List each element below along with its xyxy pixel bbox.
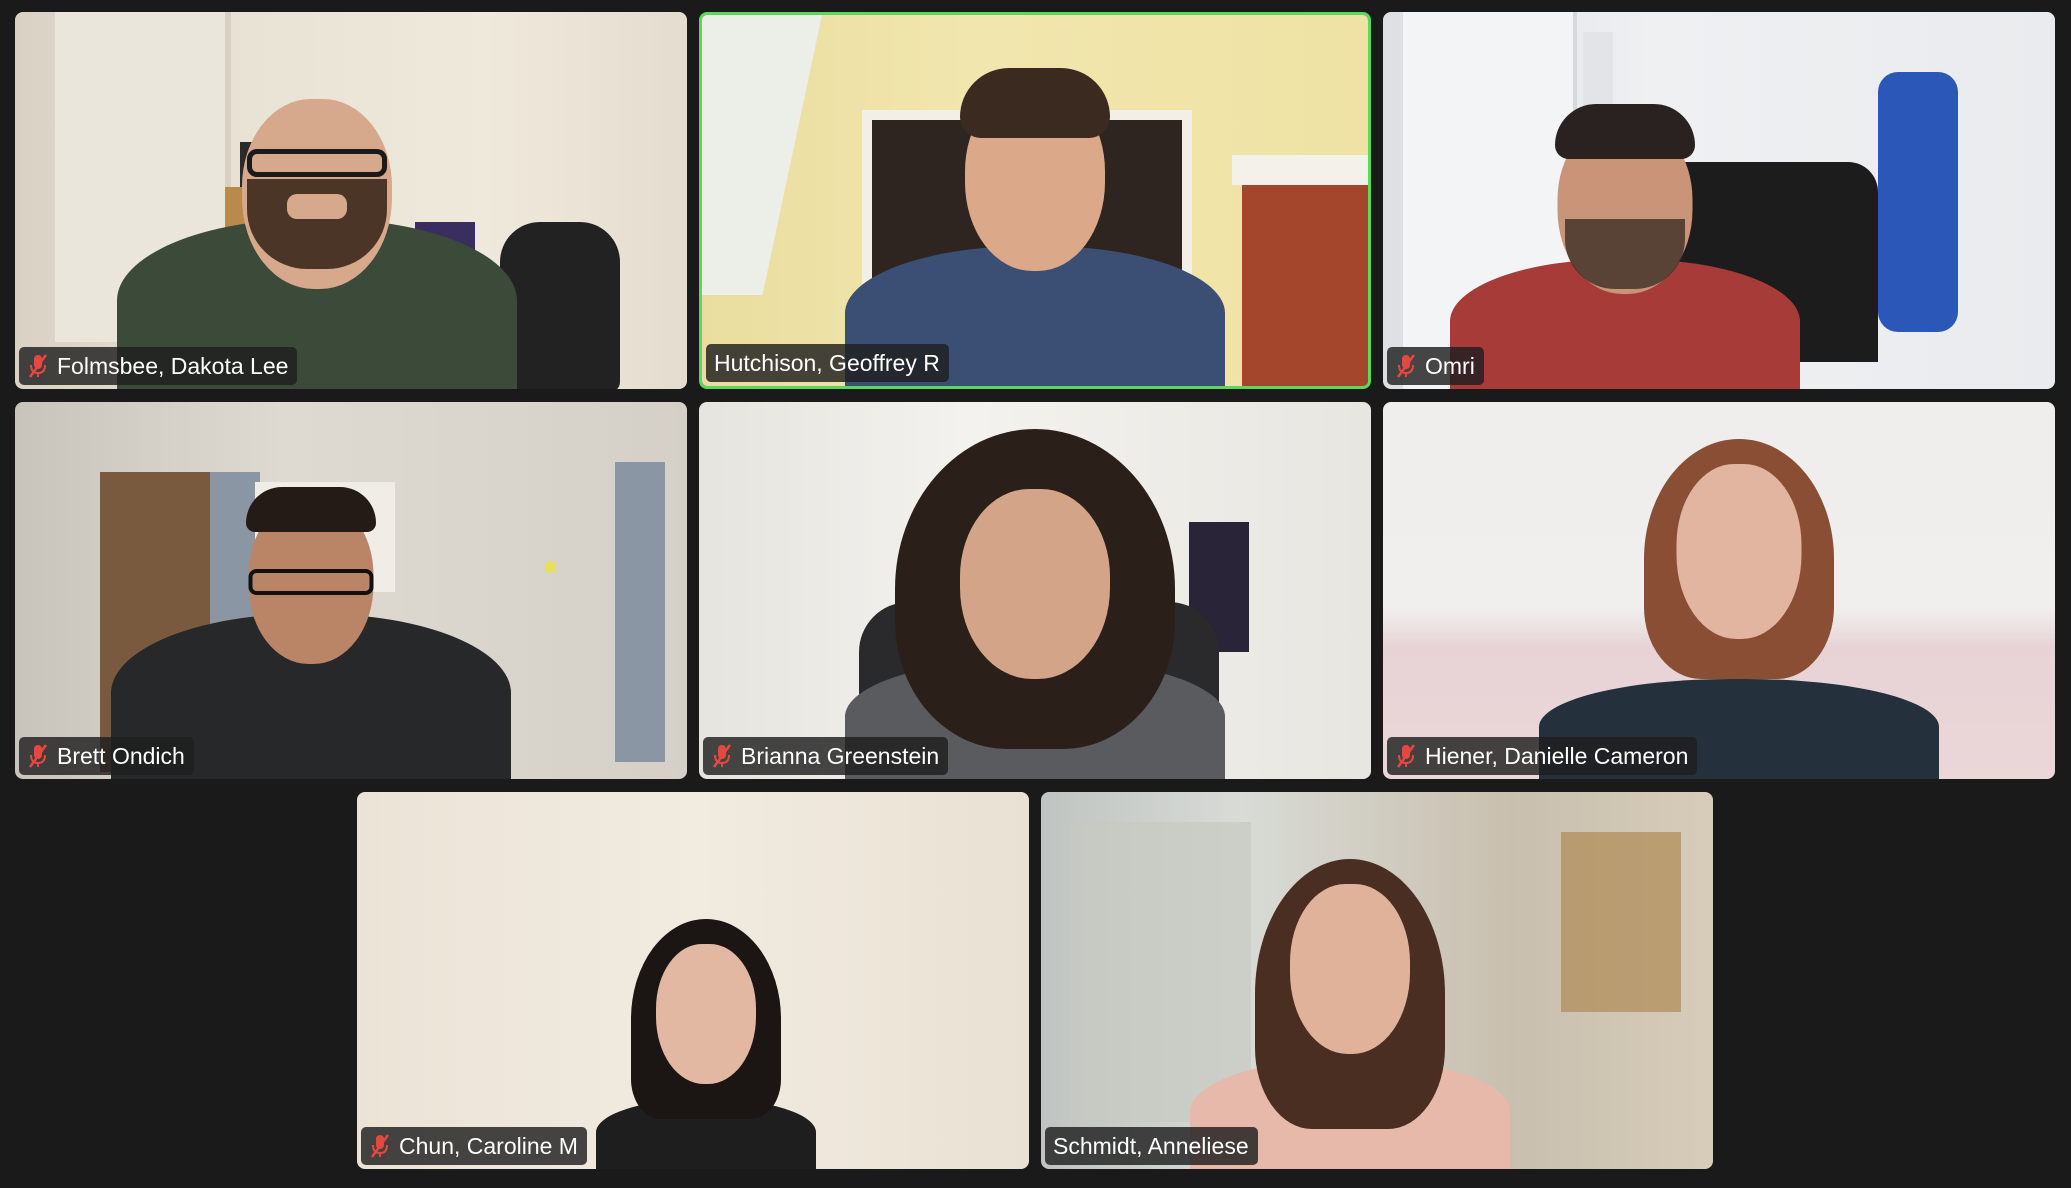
video-feed <box>1383 12 2055 389</box>
participant-name: Brett Ondich <box>57 743 185 769</box>
participant-tile-hiener[interactable]: Hiener, Danielle Cameron <box>1383 402 2055 779</box>
participant-tile-hutchison[interactable]: Hutchison, Geoffrey R <box>699 12 1371 389</box>
video-feed <box>15 12 687 389</box>
muted-microphone-icon <box>369 1133 391 1159</box>
participant-name-tag: Chun, Caroline M <box>361 1127 587 1165</box>
participant-name-tag: Brianna Greenstein <box>703 737 949 775</box>
participant-tile-omri[interactable]: Omri <box>1383 12 2055 389</box>
video-gallery: Folmsbee, Dakota Lee Hutchison, Geoffrey… <box>0 0 2071 1188</box>
video-feed <box>699 402 1371 779</box>
participant-name: Schmidt, Anneliese <box>1053 1133 1249 1159</box>
muted-microphone-icon <box>1395 353 1417 379</box>
participant-tile-brett[interactable]: Brett Ondich <box>15 402 687 779</box>
participant-name-tag: Folmsbee, Dakota Lee <box>19 347 298 385</box>
participant-tile-schmidt[interactable]: Schmidt, Anneliese <box>1041 792 1713 1169</box>
muted-microphone-icon <box>1395 743 1417 769</box>
participant-name-tag: Schmidt, Anneliese <box>1045 1127 1258 1165</box>
participant-name: Folmsbee, Dakota Lee <box>57 353 289 379</box>
participant-name-tag: Omri <box>1387 347 1484 385</box>
video-feed <box>357 792 1029 1169</box>
participant-tile-brianna[interactable]: Brianna Greenstein <box>699 402 1371 779</box>
video-feed <box>1383 402 2055 779</box>
participant-tile-folmsbee[interactable]: Folmsbee, Dakota Lee <box>15 12 687 389</box>
participant-name: Hutchison, Geoffrey R <box>714 350 940 376</box>
video-feed <box>1041 792 1713 1169</box>
muted-microphone-icon <box>711 743 733 769</box>
participant-name: Chun, Caroline M <box>399 1133 578 1159</box>
participant-name: Brianna Greenstein <box>741 743 940 769</box>
participant-tile-chun[interactable]: Chun, Caroline M <box>357 792 1029 1169</box>
participant-name-tag: Hutchison, Geoffrey R <box>706 344 949 382</box>
video-feed <box>15 402 687 779</box>
video-feed <box>702 15 1368 386</box>
participant-name-tag: Brett Ondich <box>19 737 194 775</box>
participant-name: Omri <box>1425 353 1475 379</box>
muted-microphone-icon <box>27 743 49 769</box>
muted-microphone-icon <box>27 353 49 379</box>
participant-name: Hiener, Danielle Cameron <box>1425 743 1689 769</box>
participant-name-tag: Hiener, Danielle Cameron <box>1387 737 1698 775</box>
